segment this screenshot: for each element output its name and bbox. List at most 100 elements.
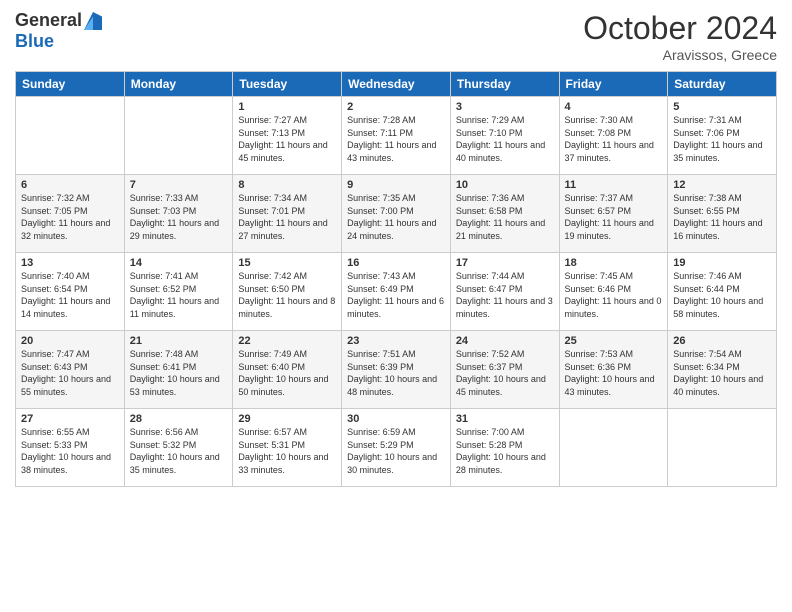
day-cell: 16Sunrise: 7:43 AM Sunset: 6:49 PM Dayli… [342,253,451,331]
header-sunday: Sunday [16,72,125,97]
day-info: Sunrise: 7:47 AM Sunset: 6:43 PM Dayligh… [21,348,119,398]
header-wednesday: Wednesday [342,72,451,97]
day-number: 17 [456,257,554,269]
page: General Blue October 2024 Aravissos, Gre… [0,0,792,612]
day-info: Sunrise: 6:59 AM Sunset: 5:29 PM Dayligh… [347,426,445,476]
month-title: October 2024 [583,10,777,47]
day-number: 26 [673,335,771,347]
day-cell: 8Sunrise: 7:34 AM Sunset: 7:01 PM Daylig… [233,175,342,253]
day-cell: 6Sunrise: 7:32 AM Sunset: 7:05 PM Daylig… [16,175,125,253]
day-number: 5 [673,101,771,113]
day-number: 19 [673,257,771,269]
logo-blue-text: Blue [15,31,54,52]
day-cell: 11Sunrise: 7:37 AM Sunset: 6:57 PM Dayli… [559,175,668,253]
logo-blue: Blue [15,31,54,51]
header-monday: Monday [124,72,233,97]
day-cell: 25Sunrise: 7:53 AM Sunset: 6:36 PM Dayli… [559,331,668,409]
weekday-header-row: Sunday Monday Tuesday Wednesday Thursday… [16,72,777,97]
day-cell: 7Sunrise: 7:33 AM Sunset: 7:03 PM Daylig… [124,175,233,253]
day-number: 1 [238,101,336,113]
day-cell: 20Sunrise: 7:47 AM Sunset: 6:43 PM Dayli… [16,331,125,409]
location: Aravissos, Greece [583,47,777,63]
week-row-1: 6Sunrise: 7:32 AM Sunset: 7:05 PM Daylig… [16,175,777,253]
day-info: Sunrise: 7:51 AM Sunset: 6:39 PM Dayligh… [347,348,445,398]
day-number: 30 [347,413,445,425]
day-cell: 31Sunrise: 7:00 AM Sunset: 5:28 PM Dayli… [450,409,559,487]
day-number: 9 [347,179,445,191]
day-number: 8 [238,179,336,191]
day-info: Sunrise: 7:34 AM Sunset: 7:01 PM Dayligh… [238,192,336,242]
day-info: Sunrise: 7:37 AM Sunset: 6:57 PM Dayligh… [565,192,663,242]
day-number: 25 [565,335,663,347]
header-saturday: Saturday [668,72,777,97]
title-section: October 2024 Aravissos, Greece [583,10,777,63]
day-cell: 4Sunrise: 7:30 AM Sunset: 7:08 PM Daylig… [559,97,668,175]
day-number: 4 [565,101,663,113]
day-info: Sunrise: 7:54 AM Sunset: 6:34 PM Dayligh… [673,348,771,398]
day-number: 10 [456,179,554,191]
day-info: Sunrise: 7:27 AM Sunset: 7:13 PM Dayligh… [238,114,336,164]
day-number: 6 [21,179,119,191]
day-number: 24 [456,335,554,347]
day-number: 21 [130,335,228,347]
week-row-4: 27Sunrise: 6:55 AM Sunset: 5:33 PM Dayli… [16,409,777,487]
day-cell: 14Sunrise: 7:41 AM Sunset: 6:52 PM Dayli… [124,253,233,331]
day-cell: 12Sunrise: 7:38 AM Sunset: 6:55 PM Dayli… [668,175,777,253]
day-cell: 19Sunrise: 7:46 AM Sunset: 6:44 PM Dayli… [668,253,777,331]
day-info: Sunrise: 7:35 AM Sunset: 7:00 PM Dayligh… [347,192,445,242]
day-info: Sunrise: 7:45 AM Sunset: 6:46 PM Dayligh… [565,270,663,320]
day-number: 3 [456,101,554,113]
day-info: Sunrise: 7:43 AM Sunset: 6:49 PM Dayligh… [347,270,445,320]
logo-text: General [15,10,102,31]
day-cell: 5Sunrise: 7:31 AM Sunset: 7:06 PM Daylig… [668,97,777,175]
day-cell: 28Sunrise: 6:56 AM Sunset: 5:32 PM Dayli… [124,409,233,487]
day-cell [559,409,668,487]
day-info: Sunrise: 7:49 AM Sunset: 6:40 PM Dayligh… [238,348,336,398]
day-number: 16 [347,257,445,269]
header-thursday: Thursday [450,72,559,97]
day-cell [124,97,233,175]
day-info: Sunrise: 7:53 AM Sunset: 6:36 PM Dayligh… [565,348,663,398]
day-number: 18 [565,257,663,269]
day-cell: 26Sunrise: 7:54 AM Sunset: 6:34 PM Dayli… [668,331,777,409]
day-number: 28 [130,413,228,425]
day-cell [668,409,777,487]
week-row-0: 1Sunrise: 7:27 AM Sunset: 7:13 PM Daylig… [16,97,777,175]
day-number: 29 [238,413,336,425]
day-info: Sunrise: 7:52 AM Sunset: 6:37 PM Dayligh… [456,348,554,398]
day-cell [16,97,125,175]
day-info: Sunrise: 7:36 AM Sunset: 6:58 PM Dayligh… [456,192,554,242]
day-cell: 30Sunrise: 6:59 AM Sunset: 5:29 PM Dayli… [342,409,451,487]
header-tuesday: Tuesday [233,72,342,97]
day-info: Sunrise: 7:38 AM Sunset: 6:55 PM Dayligh… [673,192,771,242]
day-number: 13 [21,257,119,269]
day-number: 23 [347,335,445,347]
week-row-3: 20Sunrise: 7:47 AM Sunset: 6:43 PM Dayli… [16,331,777,409]
day-info: Sunrise: 7:41 AM Sunset: 6:52 PM Dayligh… [130,270,228,320]
day-cell: 17Sunrise: 7:44 AM Sunset: 6:47 PM Dayli… [450,253,559,331]
day-number: 15 [238,257,336,269]
day-info: Sunrise: 6:55 AM Sunset: 5:33 PM Dayligh… [21,426,119,476]
day-info: Sunrise: 7:44 AM Sunset: 6:47 PM Dayligh… [456,270,554,320]
day-cell: 21Sunrise: 7:48 AM Sunset: 6:41 PM Dayli… [124,331,233,409]
day-cell: 13Sunrise: 7:40 AM Sunset: 6:54 PM Dayli… [16,253,125,331]
logo-general: General [15,10,82,31]
day-info: Sunrise: 7:40 AM Sunset: 6:54 PM Dayligh… [21,270,119,320]
day-info: Sunrise: 7:42 AM Sunset: 6:50 PM Dayligh… [238,270,336,320]
day-number: 27 [21,413,119,425]
day-number: 2 [347,101,445,113]
day-info: Sunrise: 7:30 AM Sunset: 7:08 PM Dayligh… [565,114,663,164]
day-info: Sunrise: 7:46 AM Sunset: 6:44 PM Dayligh… [673,270,771,320]
logo-icon [84,12,102,30]
day-number: 22 [238,335,336,347]
day-info: Sunrise: 7:33 AM Sunset: 7:03 PM Dayligh… [130,192,228,242]
day-cell: 23Sunrise: 7:51 AM Sunset: 6:39 PM Dayli… [342,331,451,409]
day-cell: 2Sunrise: 7:28 AM Sunset: 7:11 PM Daylig… [342,97,451,175]
logo: General Blue [15,10,102,52]
calendar: Sunday Monday Tuesday Wednesday Thursday… [15,71,777,487]
day-info: Sunrise: 6:56 AM Sunset: 5:32 PM Dayligh… [130,426,228,476]
day-number: 14 [130,257,228,269]
header: General Blue October 2024 Aravissos, Gre… [15,10,777,63]
day-cell: 1Sunrise: 7:27 AM Sunset: 7:13 PM Daylig… [233,97,342,175]
day-info: Sunrise: 7:31 AM Sunset: 7:06 PM Dayligh… [673,114,771,164]
